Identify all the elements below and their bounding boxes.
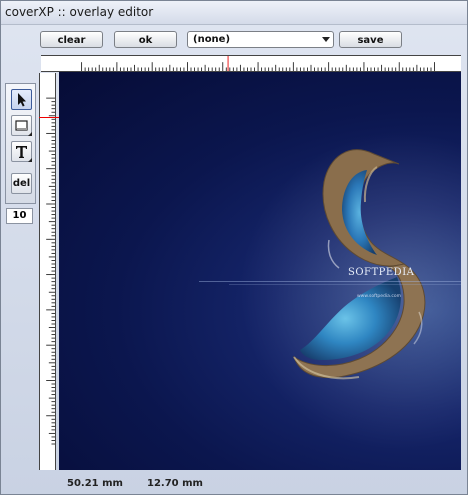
editor-window: coverXP :: overlay editor clear ok (none… <box>0 0 468 495</box>
tool-palette: del <box>5 83 36 204</box>
chevron-down-icon <box>322 37 330 42</box>
cursor-marker-vertical <box>39 117 59 118</box>
ok-button[interactable]: ok <box>114 31 177 48</box>
text-tool-button[interactable] <box>11 141 32 162</box>
overlay-select-value: (none) <box>193 34 231 45</box>
brand-url-text: www.softpedia.com <box>357 293 401 299</box>
window-title: coverXP :: overlay editor <box>5 5 154 19</box>
save-button[interactable]: save <box>339 31 402 48</box>
tool-options-corner-icon <box>28 132 32 136</box>
size-field[interactable]: 10 <box>6 208 33 224</box>
clear-button[interactable]: clear <box>40 31 103 48</box>
title-bar: coverXP :: overlay editor <box>1 1 467 25</box>
pointer-arrow-icon <box>18 93 26 107</box>
brand-text: SOFTPEDIA <box>348 267 415 278</box>
delete-button[interactable]: del <box>11 173 32 194</box>
overlay-select[interactable]: (none) <box>187 31 334 48</box>
y-position-readout: 12.70 mm <box>147 478 203 489</box>
rectangle-tool-button[interactable] <box>11 115 32 136</box>
cover-canvas[interactable]: SOFTPEDIA www.softpedia.com <box>59 72 461 470</box>
tool-options-corner-icon <box>28 158 32 162</box>
select-tool-button[interactable] <box>11 89 32 110</box>
vertical-ruler <box>39 73 56 470</box>
cover-image: SOFTPEDIA www.softpedia.com <box>59 72 461 470</box>
x-position-readout: 50.21 mm <box>67 478 123 489</box>
horizontal-ruler <box>41 55 461 72</box>
